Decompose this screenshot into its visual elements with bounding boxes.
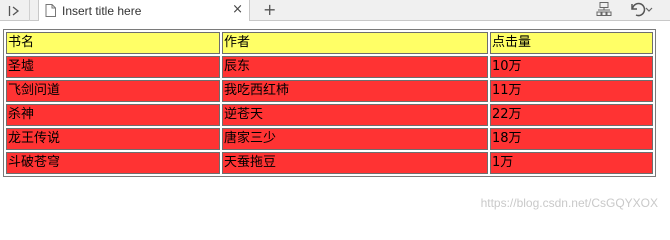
tab-bar: Insert title here × + [0,0,670,21]
cell-clicks: 11万 [490,80,653,102]
header-author: 作者 [222,32,488,54]
cell-author: 唐家三少 [222,128,488,150]
panel-toggle-button[interactable] [0,0,30,21]
books-table: 书名 作者 点击量 圣墟 辰东 10万 飞剑问道 我吃西红柿 11万 杀神 逆苍… [3,29,656,177]
cell-book-name: 杀神 [6,104,220,126]
cell-author: 我吃西红柿 [222,80,488,102]
cell-author: 逆苍天 [222,104,488,126]
cell-book-name: 圣墟 [6,56,220,78]
table-row: 圣墟 辰东 10万 [6,56,653,78]
cell-clicks: 1万 [490,152,653,174]
table-row: 龙王传说 唐家三少 18万 [6,128,653,150]
panel-toggle-icon [8,5,19,16]
outline-icon[interactable] [596,1,612,17]
header-clicks: 点击量 [490,32,653,54]
cell-book-name: 斗破苍穹 [6,152,220,174]
cell-author: 天蚕拖豆 [222,152,488,174]
undo-icon[interactable] [628,1,654,18]
table-row: 飞剑问道 我吃西红柿 11万 [6,80,653,102]
books-table-container: 书名 作者 点击量 圣墟 辰东 10万 飞剑问道 我吃西红柿 11万 杀神 逆苍… [3,29,656,177]
cell-book-name: 飞剑问道 [6,80,220,102]
table-header-row: 书名 作者 点击量 [6,32,653,54]
table-row: 杀神 逆苍天 22万 [6,104,653,126]
close-icon[interactable]: × [232,2,243,18]
cell-book-name: 龙王传说 [6,128,220,150]
header-book-name: 书名 [6,32,220,54]
tab-insert-title[interactable]: Insert title here × [38,0,250,21]
cell-clicks: 10万 [490,56,653,78]
cell-clicks: 18万 [490,128,653,150]
tab-title: Insert title here [62,3,142,18]
table-row: 斗破苍穹 天蚕拖豆 1万 [6,152,653,174]
document-icon [45,4,56,17]
plus-icon[interactable]: + [263,0,276,19]
watermark: https://blog.csdn.net/CsGQYXOX [480,196,658,210]
cell-author: 辰东 [222,56,488,78]
cell-clicks: 22万 [490,104,653,126]
